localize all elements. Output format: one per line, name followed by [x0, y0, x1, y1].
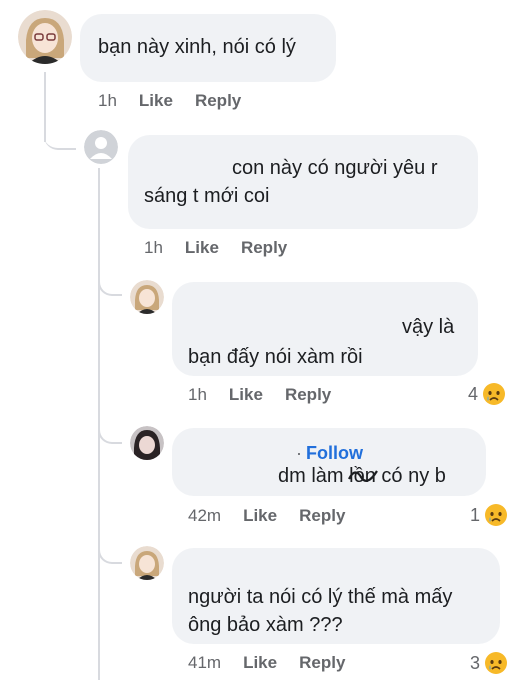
comment-meta: 41m Like Reply [188, 653, 345, 673]
reaction-summary[interactable]: 1 [470, 503, 508, 527]
follow-label[interactable]: Follow [306, 443, 363, 463]
timestamp: 42m [188, 506, 222, 525]
sad-face-icon [485, 652, 508, 674]
comment-text: sáng t mới coi [144, 185, 270, 207]
reply-button[interactable]: Reply [299, 506, 345, 525]
reaction-summary[interactable]: 4 [468, 382, 506, 406]
reply-button[interactable]: Reply [241, 238, 287, 257]
comment-bubble: · Follow dm làm lồn có ny b [172, 428, 486, 496]
comment-bubble: vậy là bạn đấy nói xàm rồi [172, 282, 478, 376]
avatar[interactable] [130, 426, 164, 460]
thread-connector [98, 530, 122, 564]
thread-connector [98, 262, 122, 296]
comment-text: ông bảo xàm ??? [188, 614, 343, 636]
comment-text: dm làm lồn có ny b [278, 461, 446, 491]
like-button[interactable]: Like [185, 238, 219, 257]
comment-meta: 1h Like Reply [98, 91, 241, 111]
avatar[interactable] [18, 10, 72, 64]
avatar[interactable] [130, 546, 164, 580]
comment-text: vậy là [402, 316, 455, 338]
censored-word: lồn [348, 461, 379, 491]
comment-text: con này có người yêu r [232, 157, 438, 179]
thread-connector [44, 112, 76, 150]
reaction-summary[interactable]: 3 [470, 651, 508, 675]
reaction-count: 3 [470, 652, 481, 673]
like-button[interactable]: Like [139, 91, 173, 110]
timestamp: 1h [144, 238, 163, 257]
reply-button[interactable]: Reply [285, 385, 331, 404]
comment-meta: 1h Like Reply [144, 238, 287, 258]
like-button[interactable]: Like [243, 653, 277, 672]
like-button[interactable]: Like [243, 506, 277, 525]
comment-text: người ta nói có lý thế mà mấy [188, 586, 453, 608]
comment-bubble: bạn này xinh, nói có lý [80, 14, 336, 82]
comment-meta: 42m Like Reply [188, 506, 345, 526]
reply-button[interactable]: Reply [195, 91, 241, 110]
comment-bubble: con này có người yêu r sáng t mới coi [128, 135, 478, 229]
follow-dot: · [296, 443, 302, 463]
timestamp: 41m [188, 653, 222, 672]
reaction-count: 1 [470, 504, 481, 525]
timestamp: 1h [98, 91, 117, 110]
comment-text: bạn đấy nói xàm rồi [188, 346, 363, 368]
comment-meta: 1h Like Reply [188, 385, 331, 405]
comment-text-part: có ny b [375, 465, 446, 487]
sad-face-icon [485, 504, 508, 526]
sad-face-icon [483, 383, 506, 405]
avatar[interactable] [130, 280, 164, 314]
comment-text-part: dm làm [278, 465, 350, 487]
avatar-placeholder[interactable] [84, 130, 118, 164]
censored-text: lồn [349, 465, 376, 487]
reaction-count: 4 [468, 383, 479, 404]
comment-text: bạn này xinh, nói có lý [98, 36, 296, 58]
comment-bubble: người ta nói có lý thế mà mấy ông bảo xà… [172, 548, 500, 644]
timestamp: 1h [188, 385, 207, 404]
reply-button[interactable]: Reply [299, 653, 345, 672]
thread-connector [98, 410, 122, 444]
like-button[interactable]: Like [229, 385, 263, 404]
